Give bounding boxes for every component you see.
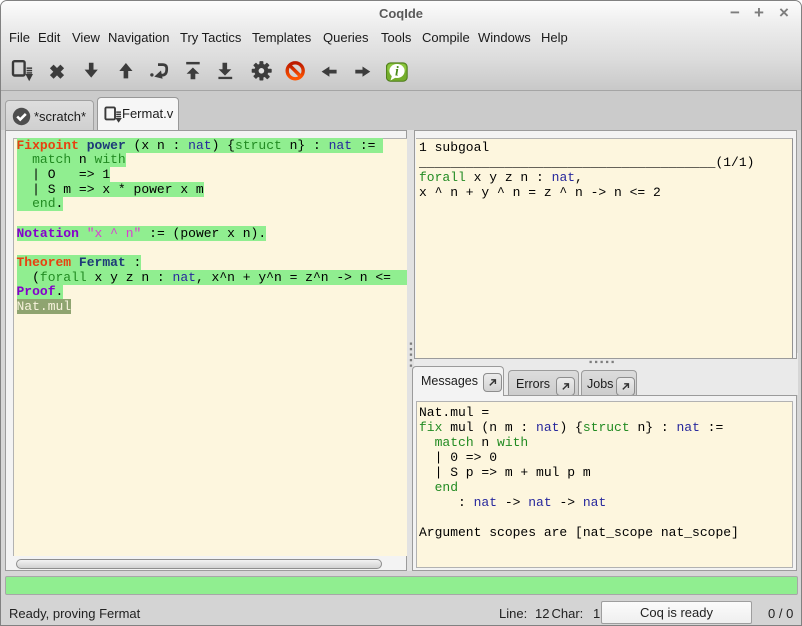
svg-text:i: i xyxy=(395,64,399,79)
